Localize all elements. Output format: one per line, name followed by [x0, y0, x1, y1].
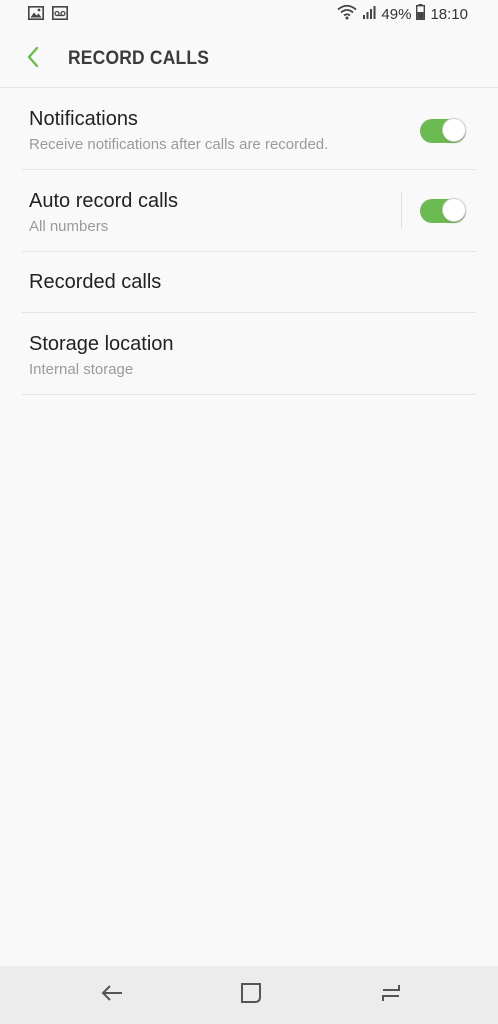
setting-auto-record-subtitle: All numbers: [29, 218, 109, 235]
row-divider: [401, 192, 402, 228]
battery-icon: [416, 4, 426, 24]
nav-recent-apps-button[interactable]: [376, 980, 406, 1010]
app-bar: RECORD CALLS: [0, 30, 498, 88]
setting-notifications[interactable]: Notifications Receive notifications afte…: [22, 88, 476, 170]
gallery-icon: [28, 6, 44, 25]
notifications-toggle[interactable]: [420, 118, 466, 143]
setting-notifications-title: Notifications: [29, 108, 138, 130]
setting-storage-location-subtitle: Internal storage: [29, 361, 134, 378]
battery-percent: 49%: [381, 5, 412, 23]
navigation-bar: [0, 966, 498, 1024]
setting-storage-location[interactable]: Storage location Internal storage: [22, 313, 476, 395]
back-button[interactable]: [20, 46, 46, 72]
setting-recorded-calls[interactable]: Recorded calls: [22, 252, 476, 313]
settings-list: Notifications Receive notifications afte…: [22, 88, 476, 395]
page-title: RECORD CALLS: [68, 48, 210, 69]
status-left-icons: [28, 6, 68, 25]
voicemail-icon: [52, 6, 68, 25]
setting-recorded-calls-title: Recorded calls: [29, 271, 162, 293]
nav-back-button[interactable]: [97, 980, 127, 1010]
home-icon: [240, 982, 262, 1009]
setting-auto-record-title: Auto record calls: [29, 190, 178, 212]
back-arrow-icon: [26, 46, 40, 73]
toggle-knob: [442, 118, 466, 142]
setting-storage-location-title: Storage location: [29, 333, 174, 355]
auto-record-toggle[interactable]: [420, 198, 466, 223]
status-bar: 49% 18:10: [0, 0, 498, 30]
signal-icon: [362, 5, 376, 23]
toggle-knob: [442, 198, 466, 222]
nav-home-button[interactable]: [236, 980, 266, 1010]
wifi-icon: [337, 4, 357, 24]
clock: 18:10: [430, 5, 468, 23]
setting-auto-record[interactable]: Auto record calls All numbers: [22, 170, 476, 252]
recent-apps-icon: [379, 983, 403, 1008]
setting-notifications-subtitle: Receive notifications after calls are re…: [29, 136, 329, 153]
status-right: 49% 18:10: [337, 4, 468, 24]
back-icon: [100, 983, 124, 1008]
